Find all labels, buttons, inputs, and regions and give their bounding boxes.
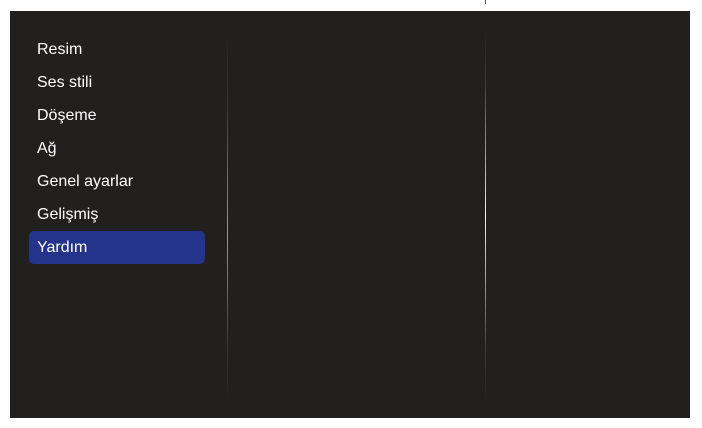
settings-menu: Resim Ses stili Döşeme Ağ Genel ayarlar … — [29, 33, 205, 264]
menu-item-yardim[interactable]: Yardım — [29, 231, 205, 264]
menu-item-label: Resim — [37, 41, 83, 58]
menu-item-label: Döşeme — [37, 107, 97, 124]
options-panel — [486, 11, 690, 418]
settings-screen: Resim Ses stili Döşeme Ağ Genel ayarlar … — [10, 11, 690, 418]
submenu-panel — [228, 11, 485, 418]
menu-item-resim[interactable]: Resim — [29, 33, 205, 66]
menu-item-label: Yardım — [37, 239, 88, 256]
menu-item-gelismis[interactable]: Gelişmiş — [29, 198, 205, 231]
menu-item-label: Ağ — [37, 140, 57, 157]
menu-item-label: Genel ayarlar — [37, 173, 134, 190]
menu-item-ag[interactable]: Ağ — [29, 132, 205, 165]
menu-item-label: Gelişmiş — [37, 206, 99, 223]
menu-item-label: Ses stili — [37, 74, 93, 91]
menu-item-genel-ayarlar[interactable]: Genel ayarlar — [29, 165, 205, 198]
top-tick-mark — [485, 0, 486, 4]
menu-item-doseme[interactable]: Döşeme — [29, 99, 205, 132]
menu-item-ses-stili[interactable]: Ses stili — [29, 66, 205, 99]
